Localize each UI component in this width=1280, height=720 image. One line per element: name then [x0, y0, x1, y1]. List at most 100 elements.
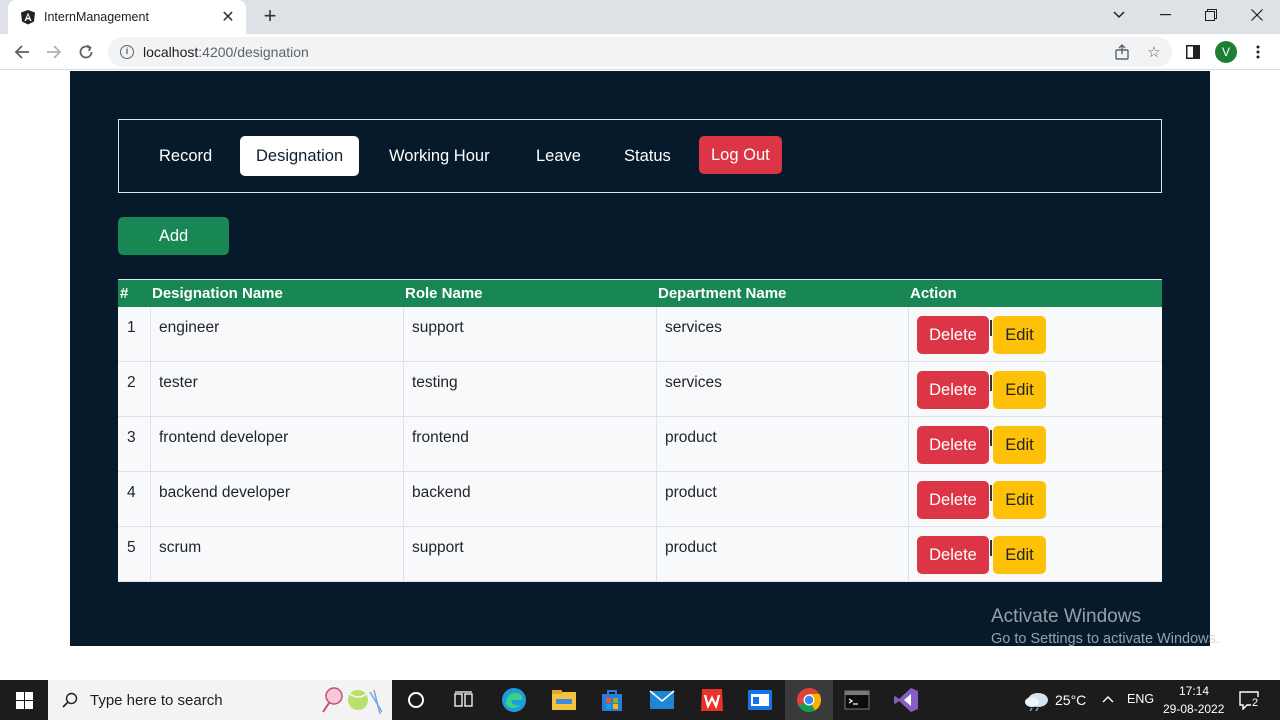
minimize-icon[interactable]: [1142, 0, 1188, 30]
share-icon[interactable]: [1113, 43, 1131, 61]
clock-time[interactable]: 17:14: [1179, 684, 1209, 698]
url-text: localhost:4200/designation: [143, 44, 309, 60]
terminal-icon[interactable]: [833, 680, 881, 720]
cortana-icon[interactable]: [392, 680, 440, 720]
nav-record[interactable]: Record: [143, 136, 228, 176]
role-name: frontend: [412, 429, 469, 446]
side-panel-icon[interactable]: [1184, 43, 1202, 61]
designation-name: tester: [159, 374, 198, 391]
row-number: 2: [127, 374, 136, 391]
url-host: localhost: [143, 44, 199, 60]
mail-icon[interactable]: [638, 680, 686, 720]
edit-button[interactable]: Edit: [993, 481, 1046, 519]
designation-name: frontend developer: [159, 429, 289, 446]
designation-name: backend developer: [159, 484, 290, 501]
header-designation-name: Designation Name: [152, 285, 283, 302]
browser-tab-strip: InternManagement ✕ +: [0, 0, 1280, 34]
file-explorer-icon[interactable]: [540, 680, 588, 720]
row-number: 1: [127, 319, 136, 336]
profile-avatar[interactable]: V: [1215, 41, 1237, 63]
store-icon[interactable]: [588, 680, 636, 720]
delete-button[interactable]: Delete: [917, 316, 989, 354]
reload-icon[interactable]: [72, 38, 100, 66]
task-view-icon[interactable]: [440, 680, 488, 720]
browser-tab[interactable]: InternManagement ✕: [8, 0, 246, 34]
header-number: #: [120, 285, 129, 302]
role-name: support: [412, 319, 464, 336]
visual-studio-icon[interactable]: [882, 680, 930, 720]
department-name: product: [665, 539, 717, 556]
department-name: product: [665, 429, 717, 446]
main-nav: Record Designation Working Hour Leave St…: [118, 119, 1162, 193]
new-tab-icon[interactable]: +: [258, 5, 282, 29]
designation-table: # Designation Name Role Name Department …: [118, 279, 1162, 582]
language-indicator[interactable]: ENG: [1127, 692, 1154, 706]
bookmark-star-icon[interactable]: ☆: [1145, 43, 1163, 61]
edge-icon[interactable]: [490, 680, 538, 720]
close-tab-icon[interactable]: ✕: [220, 7, 236, 27]
windows-start-icon[interactable]: [0, 680, 48, 720]
browser-toolbar: i localhost:4200/designation ☆: [0, 34, 1280, 70]
designation-name: engineer: [159, 319, 220, 336]
tab-search-icon[interactable]: [1096, 0, 1142, 30]
temperature[interactable]: 25°C: [1055, 692, 1086, 708]
url-path: :4200/designation: [198, 44, 309, 60]
edit-button[interactable]: Edit: [993, 316, 1046, 354]
wps-office-icon[interactable]: [688, 680, 736, 720]
delete-button[interactable]: Delete: [917, 481, 989, 519]
address-bar[interactable]: i localhost:4200/designation: [108, 37, 1172, 67]
role-name: testing: [412, 374, 458, 391]
row-number: 5: [127, 539, 136, 556]
nav-leave[interactable]: Leave: [520, 136, 597, 176]
delete-button[interactable]: Delete: [917, 536, 989, 574]
angular-icon: [21, 10, 35, 25]
row-number: 4: [127, 484, 136, 501]
nav-working-hour[interactable]: Working Hour: [373, 136, 506, 176]
close-window-icon[interactable]: [1234, 0, 1280, 30]
edit-button[interactable]: Edit: [993, 371, 1046, 409]
more-menu-icon[interactable]: [1249, 43, 1267, 61]
department-name: services: [665, 374, 722, 391]
app-page: Record Designation Working Hour Leave St…: [70, 71, 1210, 646]
chevron-up-icon[interactable]: [1102, 695, 1114, 703]
site-info-icon[interactable]: i: [120, 45, 134, 59]
department-name: services: [665, 319, 722, 336]
row-number: 3: [127, 429, 136, 446]
edit-button[interactable]: Edit: [993, 426, 1046, 464]
table-row: 3 frontend developer frontend product De…: [118, 417, 1162, 472]
search-icon: [62, 692, 78, 708]
delete-button[interactable]: Delete: [917, 426, 989, 464]
weather-icon: [1025, 693, 1048, 711]
logout-button[interactable]: Log Out: [699, 136, 782, 174]
table-header: # Designation Name Role Name Department …: [118, 280, 1162, 307]
edit-button[interactable]: Edit: [993, 536, 1046, 574]
add-button[interactable]: Add: [118, 217, 229, 255]
header-action: Action: [910, 285, 957, 302]
delete-button[interactable]: Delete: [917, 371, 989, 409]
notification-count: 2: [1251, 697, 1260, 709]
chrome-icon[interactable]: [785, 680, 833, 720]
nav-status[interactable]: Status: [608, 136, 687, 176]
tab-title: InternManagement: [44, 10, 149, 24]
role-name: support: [412, 539, 464, 556]
nav-designation[interactable]: Designation: [240, 136, 360, 176]
department-name: product: [665, 484, 717, 501]
header-department-name: Department Name: [658, 285, 787, 302]
presentation-app-icon[interactable]: [736, 680, 784, 720]
activate-windows-watermark: Activate Windows Go to Settings to activ…: [991, 606, 1220, 647]
table-row: 1 engineer support services Delete Edit: [118, 307, 1162, 362]
forward-icon[interactable]: [40, 38, 68, 66]
role-name: backend: [412, 484, 471, 501]
table-row: 2 tester testing services Delete Edit: [118, 362, 1162, 417]
table-row: 5 scrum support product Delete Edit: [118, 527, 1162, 582]
back-icon[interactable]: [8, 38, 36, 66]
restore-icon[interactable]: [1188, 0, 1234, 30]
header-role-name: Role Name: [405, 285, 483, 302]
search-placeholder: Type here to search: [90, 691, 223, 709]
search-highlight-icon: [322, 687, 383, 715]
clock-date[interactable]: 29-08-2022: [1163, 702, 1224, 716]
windows-taskbar: Type here to search 25°C ENG 17:14 29-08…: [0, 680, 1280, 720]
designation-name: scrum: [159, 539, 202, 556]
watermark-subtitle: Go to Settings to activate Windows.: [991, 631, 1220, 647]
taskbar-search[interactable]: Type here to search: [48, 680, 392, 720]
